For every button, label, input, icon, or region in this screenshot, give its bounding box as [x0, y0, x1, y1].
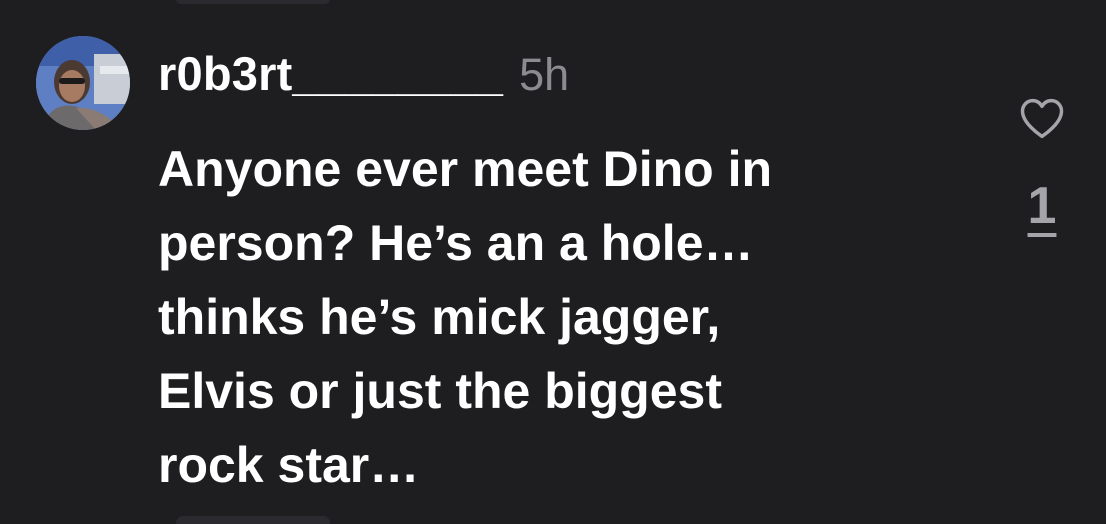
- comment-body-line: rock star…: [158, 437, 420, 493]
- like-count[interactable]: 1: [1010, 176, 1074, 236]
- like-button[interactable]: [1016, 92, 1068, 144]
- username[interactable]: r0b3rt________: [158, 46, 503, 101]
- comment-body-line: Elvis or just the biggest: [158, 363, 722, 419]
- timestamp: 5h: [519, 49, 570, 100]
- heart-outline-icon: [1020, 98, 1064, 139]
- avatar-photo: [36, 36, 130, 130]
- comment: r0b3rt________ 5h Anyone ever meet Dino …: [0, 0, 1106, 524]
- next-comment-edge: [176, 516, 330, 524]
- comment-body-line: thinks he’s mick jagger,: [158, 289, 721, 345]
- comment-header: r0b3rt________ 5h: [158, 46, 569, 106]
- comment-actions: 1: [1010, 92, 1074, 262]
- comment-body-line: Anyone ever meet Dino in: [158, 141, 773, 197]
- comment-body-line: person? He’s an a hole…: [158, 215, 754, 271]
- avatar[interactable]: [36, 36, 130, 130]
- comment-body: Anyone ever meet Dino in person? He’s an…: [158, 132, 958, 502]
